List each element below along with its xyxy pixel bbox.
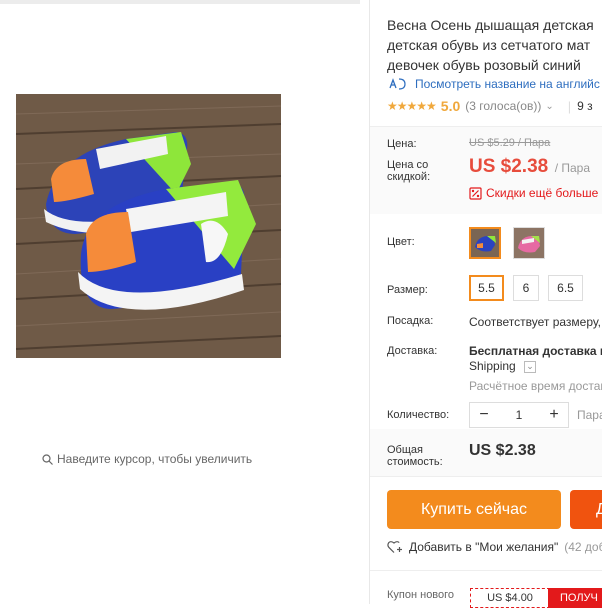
divider [370,476,602,477]
zoom-hint: Наведите курсор, чтобы увеличить [42,452,252,466]
rating-stars-icon: ★★★★★ [387,99,437,113]
rating-value: 5.0 [440,98,461,114]
total-label-1: Общая [387,444,423,456]
get-coupon-button[interactable]: ПОЛУЧ [548,588,602,608]
more-discounts-text[interactable]: Скидки ещё больше [486,186,598,200]
heart-plus-icon [387,541,402,553]
panel-divider [369,0,370,604]
discount-price: US $2.38 / Пара [469,156,590,178]
rating-row: ★★★★★ 5.0 (3 голоса(ов)) ⌄ | 9 з [387,96,593,116]
translate-link-text[interactable]: Посмотреть название на английс [415,77,600,91]
shipping-label: Доставка: [387,345,438,357]
price-unit: / Пара [554,161,591,175]
wishlist-text[interactable]: Добавить в "Мои желания" [409,540,558,554]
price-label: Цена: [387,138,417,150]
total-price: US $2.38 [469,442,536,459]
fit-label: Посадка: [387,315,434,327]
shipping-estimate: Расчётное время достав [469,379,602,393]
add-to-cart-button[interactable]: Д [570,490,602,529]
chevron-down-icon[interactable]: ⌄ [524,361,536,373]
quantity-unit: Пара [577,408,602,422]
quantity-increase-button[interactable]: + [540,403,568,427]
translate-icon [389,78,406,90]
discount-price-label-2: скидкой: [387,171,431,183]
more-discounts-link[interactable]: Скидки ещё больше [469,186,598,200]
size-option-5-5[interactable]: 5.5 [469,275,504,301]
size-option-6-5[interactable]: 6.5 [548,275,583,301]
discount-price-label-1: Цена со [387,159,429,171]
translate-title-link[interactable]: Посмотреть название на английс [387,77,600,91]
buy-now-button[interactable]: Купить сейчас [387,490,561,529]
color-label: Цвет: [387,236,415,248]
size-option-6[interactable]: 6 [513,275,539,301]
orders-count: 9 з [577,99,593,113]
add-to-wishlist-link[interactable]: Добавить в "Мои желания" (42 добав [387,540,602,554]
shipping-value: Бесплатная доставка в [469,344,602,358]
quantity-label: Количество: [387,409,450,421]
old-price: US $5.29 / Пара [469,137,551,149]
zoom-hint-text: Наведите курсор, чтобы увеличить [57,452,253,466]
total-label-2: стоимость: [387,456,443,468]
quantity-stepper[interactable]: − 1 + [469,402,569,428]
product-title-line-3: девочек обувь розовый синий [387,57,581,73]
size-label: Размер: [387,284,428,296]
divider [370,570,602,571]
shipping-method[interactable]: Shipping [469,359,516,373]
product-main-image[interactable] [16,94,281,358]
chevron-down-icon[interactable]: ⌄ [545,101,553,112]
product-title-line-2: детская обувь из сетчатого мат [387,37,591,53]
divider: | [567,98,572,114]
coupon-amount: US $4.00 [470,588,550,608]
new-user-coupon-label: Купон нового [387,589,455,601]
discount-tag-icon [469,186,482,200]
color-option-pink[interactable] [513,227,545,259]
rating-votes[interactable]: (3 голоса(ов)) [465,99,541,113]
wishlist-count: (42 добав [564,540,602,554]
quantity-value[interactable]: 1 [498,403,540,427]
quantity-decrease-button[interactable]: − [470,403,498,427]
color-option-blue[interactable] [469,227,501,259]
product-title-line-1: Весна Осень дышащая детская [387,17,594,33]
product-title: Весна Осень дышащая детская детская обув… [387,15,602,75]
magnifier-icon [42,453,53,465]
fit-value: Соответствует размеру, [469,315,602,329]
discount-price-amount: US $2.38 [469,156,549,177]
top-scroll-strip [0,0,360,4]
